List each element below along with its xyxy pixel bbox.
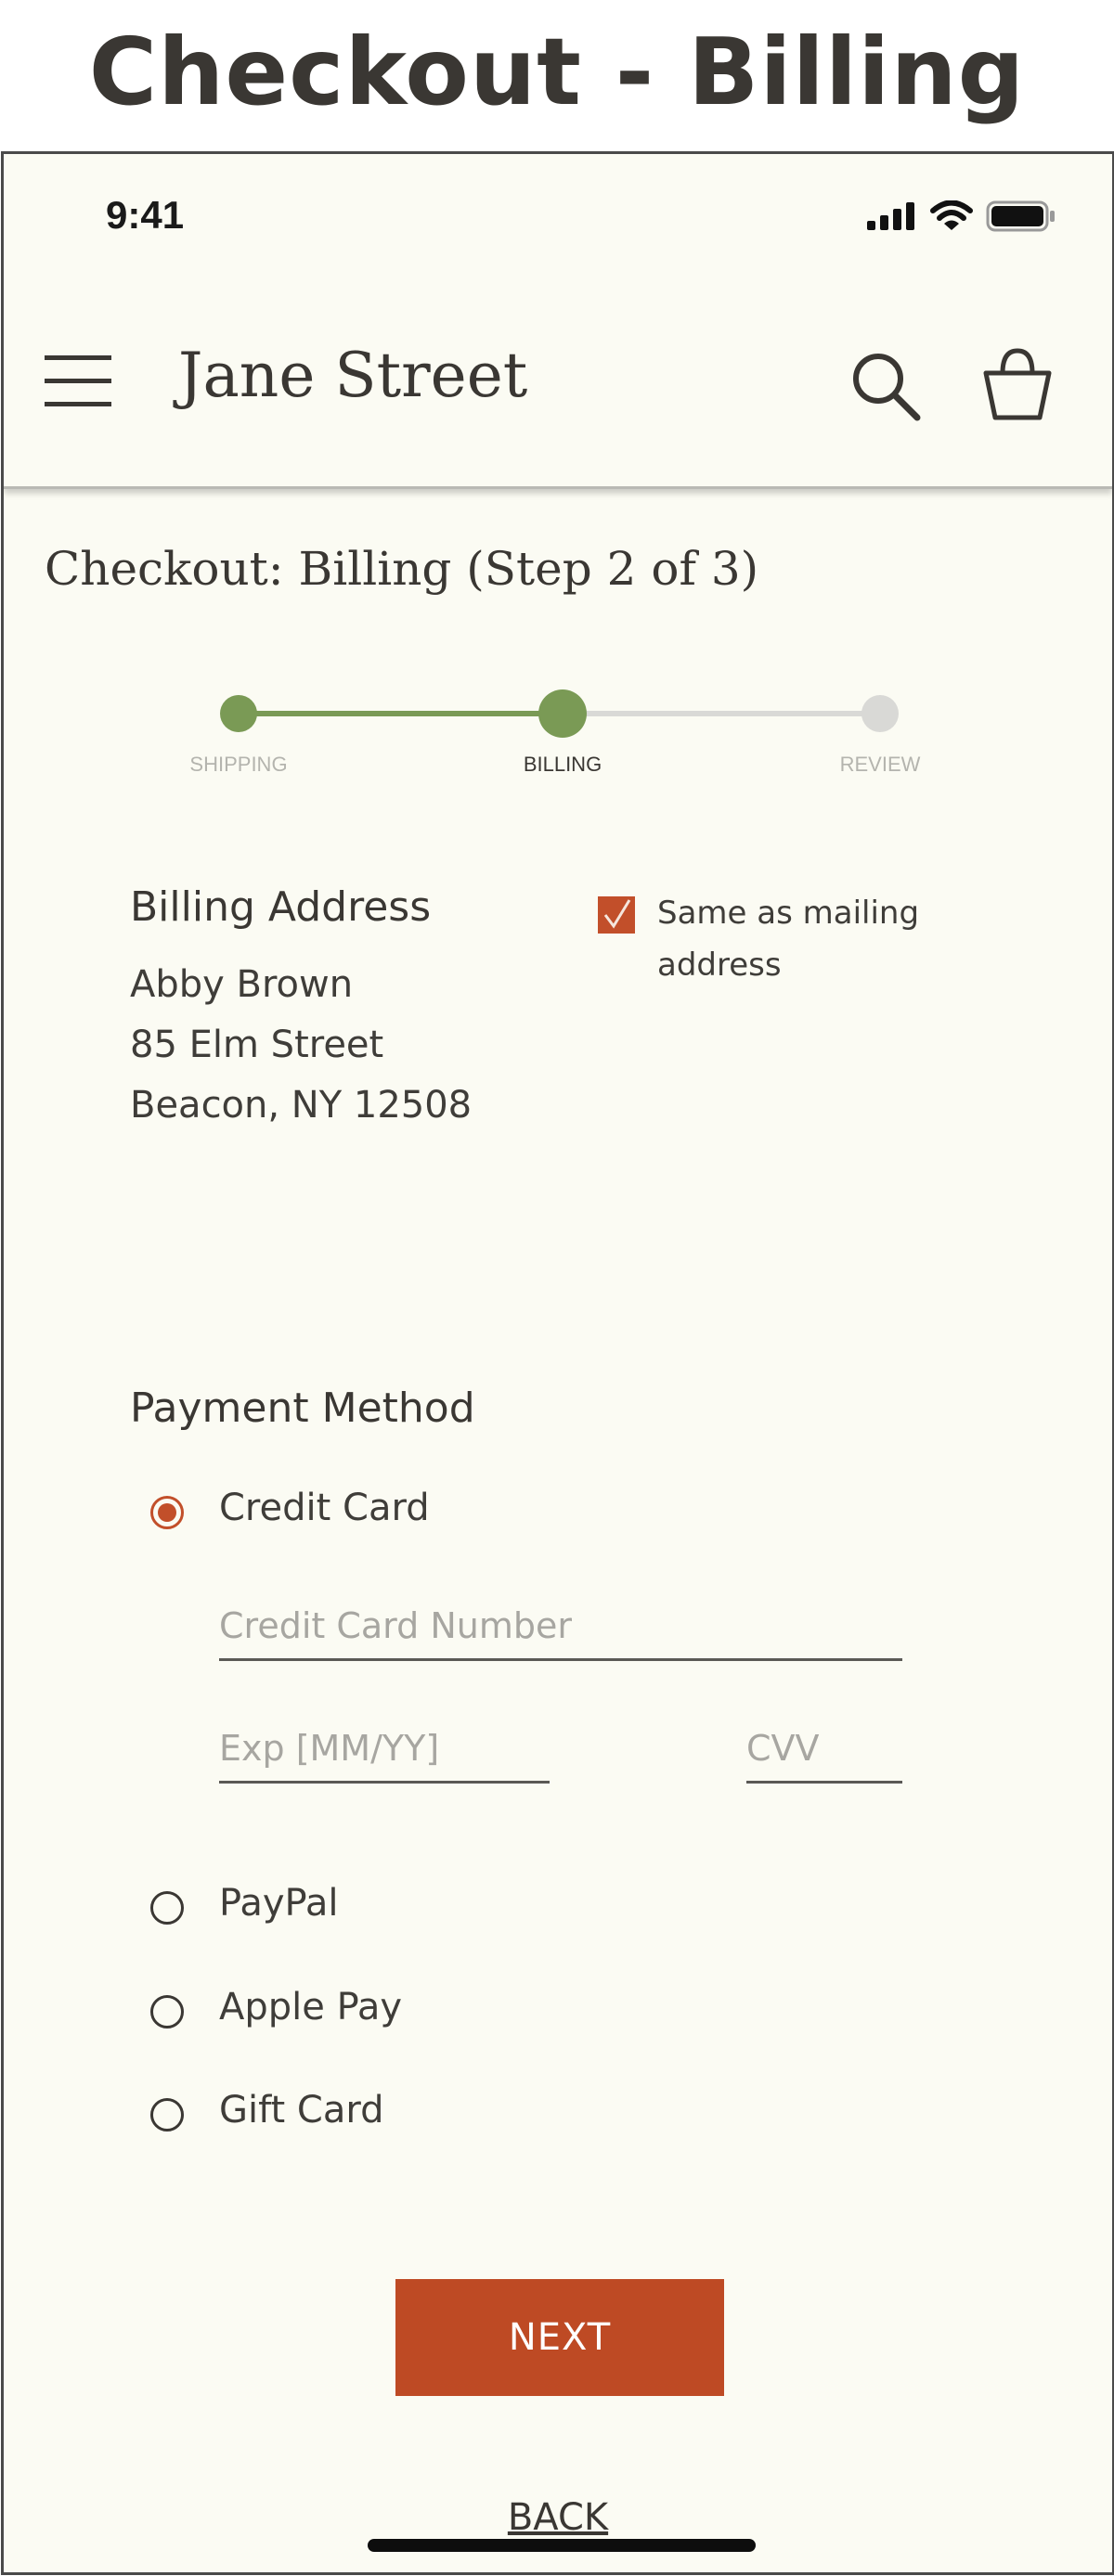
page-title: Checkout - Billing: [88, 18, 1026, 126]
expiry-date-field[interactable]: [219, 1724, 550, 1784]
same-as-mailing-checkbox[interactable]: [598, 896, 635, 934]
billing-address-title: Billing Address: [130, 883, 432, 931]
step-label-shipping: SHIPPING: [189, 753, 288, 776]
battery-icon: [986, 200, 1055, 232]
checkmark-icon: [603, 899, 631, 929]
credit-card-number-field[interactable]: [219, 1602, 902, 1661]
stepper-line-upcoming: [563, 711, 880, 716]
search-icon[interactable]: [848, 349, 923, 423]
back-link[interactable]: BACK: [4, 2496, 1112, 2539]
step-label-billing: BILLING: [523, 753, 602, 776]
progress-stepper: SHIPPING BILLING REVIEW: [4, 154, 1112, 776]
step-dot-billing: [538, 689, 587, 738]
phone-frame: 9:41 Jane Street Checkout: Billing (Step…: [1, 151, 1114, 2575]
radio-apple-pay[interactable]: [150, 1995, 184, 2029]
radio-label-apple-pay[interactable]: Apple Pay: [219, 1986, 402, 2029]
shopping-bag-icon[interactable]: [980, 345, 1055, 423]
menu-icon[interactable]: [45, 354, 111, 409]
brand-logo[interactable]: Jane Street: [178, 340, 527, 411]
next-button[interactable]: NEXT: [395, 2279, 724, 2396]
same-as-mailing-label[interactable]: Same as mailing address: [657, 887, 973, 991]
radio-label-gift-card[interactable]: Gift Card: [219, 2089, 383, 2132]
radio-label-paypal[interactable]: PayPal: [219, 1882, 338, 1925]
cvv-field[interactable]: [746, 1724, 902, 1784]
address-line-city: Beacon, NY 12508: [130, 1084, 473, 1127]
checkout-heading: Checkout: Billing (Step 2 of 3): [45, 542, 759, 596]
status-time: 9:41: [106, 193, 185, 237]
radio-label-credit-card[interactable]: Credit Card: [219, 1487, 430, 1529]
address-line-street: 85 Elm Street: [130, 1024, 384, 1066]
payment-method-title: Payment Method: [130, 1385, 475, 1432]
wifi-icon: [930, 200, 973, 230]
address-line-name: Abby Brown: [130, 963, 354, 1006]
stepper-line-complete: [238, 711, 563, 716]
radio-gift-card[interactable]: [150, 2098, 184, 2132]
app-header: 9:41 Jane Street: [4, 154, 1112, 489]
step-label-review: REVIEW: [839, 753, 921, 776]
radio-credit-card[interactable]: [150, 1496, 184, 1529]
status-icons: [867, 200, 1056, 232]
radio-paypal[interactable]: [150, 1891, 184, 1925]
home-indicator: [368, 2539, 756, 2552]
step-dot-shipping: [220, 695, 257, 732]
step-dot-review: [861, 695, 899, 732]
signal-icon: [867, 202, 914, 230]
